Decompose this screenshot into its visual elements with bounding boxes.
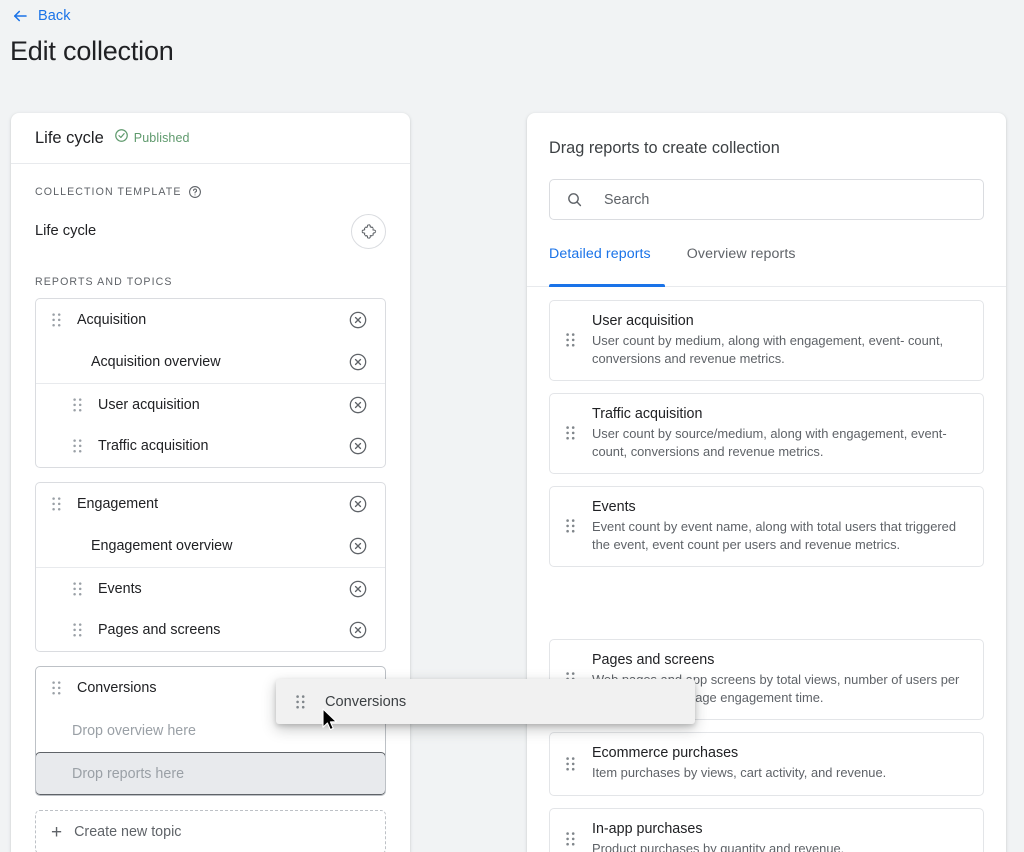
drag-handle-icon[interactable]	[50, 497, 63, 511]
report-label: Events	[98, 580, 142, 597]
report-card-title: Pages and screens	[592, 652, 715, 669]
drag-handle-icon[interactable]	[564, 832, 577, 846]
collection-editor-panel: Life cycle Published COLLECTION TEMPLATE	[11, 113, 410, 852]
topic-header-row[interactable]: Acquisition	[36, 299, 385, 341]
tab-overview-reports[interactable]: Overview reports	[687, 246, 796, 286]
report-library-panel: Drag reports to create collection Detail…	[527, 113, 1006, 852]
overview-label: Acquisition overview	[91, 354, 221, 370]
tab-detailed-reports[interactable]: Detailed reports	[549, 246, 651, 286]
drag-handle-icon[interactable]	[71, 581, 84, 596]
close-circle-icon[interactable]	[347, 578, 369, 600]
topic-report-row[interactable]: User acquisition	[36, 383, 385, 425]
close-circle-icon[interactable]	[347, 493, 369, 515]
search-box[interactable]	[549, 179, 984, 220]
page-title: Edit collection	[10, 36, 174, 66]
report-card-list: User acquisition User count by medium, a…	[527, 287, 1006, 852]
drag-handle-icon[interactable]	[564, 333, 577, 347]
close-circle-icon[interactable]	[347, 535, 369, 557]
report-label: Pages and screens	[98, 622, 221, 638]
back-label: Back	[38, 8, 71, 24]
report-card[interactable]: Traffic acquisition User count by source…	[549, 393, 984, 475]
arrow-left-icon	[11, 7, 29, 25]
collection-template-label: COLLECTION TEMPLATE	[35, 185, 386, 199]
drag-handle-icon[interactable]	[564, 756, 577, 771]
report-card[interactable]: Events Event count by event name, along …	[549, 486, 984, 568]
topic-overview-row[interactable]: Engagement overview	[36, 525, 385, 567]
close-circle-icon[interactable]	[347, 351, 369, 373]
help-circle-icon[interactable]	[188, 185, 202, 199]
topic-card-acquisition: Acquisition Acquisition overview User ac…	[35, 298, 386, 468]
back-button[interactable]: Back	[11, 7, 71, 25]
template-puzzle-icon[interactable]	[351, 213, 386, 249]
drag-ghost-label: Conversions	[325, 693, 407, 710]
report-tabs: Detailed reports Overview reports	[527, 246, 1006, 287]
template-row: Life cycle	[35, 213, 386, 249]
report-card[interactable]: Ecommerce purchases Item purchases by vi…	[549, 732, 984, 796]
collection-name: Life cycle	[35, 128, 104, 147]
search-icon	[566, 191, 583, 208]
collection-template-label-text: COLLECTION TEMPLATE	[35, 186, 182, 198]
drag-handle-icon	[294, 694, 307, 709]
report-label: Traffic acquisition	[98, 438, 209, 454]
drag-handle-icon[interactable]	[564, 519, 577, 533]
topic-title: Acquisition	[77, 312, 147, 328]
status-badge: Published	[114, 128, 190, 148]
report-card-description: Event count by event name, along with to…	[592, 519, 957, 552]
report-card-title: Events	[592, 499, 636, 516]
create-new-topic-button[interactable]: + Create new topic	[35, 810, 386, 852]
report-card-description: Item purchases by views, cart activity, …	[592, 765, 887, 781]
topic-card-engagement: Engagement Engagement overview Events Pa…	[35, 482, 386, 652]
report-card-title: In-app purchases	[592, 820, 703, 837]
template-name: Life cycle	[35, 223, 97, 239]
topic-report-row[interactable]: Events	[36, 567, 385, 609]
drag-handle-icon[interactable]	[50, 313, 63, 327]
drag-handle-icon[interactable]	[71, 439, 84, 453]
report-card-title: Ecommerce purchases	[592, 745, 739, 762]
report-card-description: User count by source/medium, along with …	[592, 426, 947, 459]
drag-ghost-conversions[interactable]: Conversions	[276, 679, 695, 724]
close-circle-icon[interactable]	[347, 619, 369, 641]
report-card-description: Product purchases by quantity and revenu…	[592, 840, 845, 852]
report-card[interactable]: User acquisition User count by medium, a…	[549, 300, 984, 382]
topic-report-row[interactable]: Traffic acquisition	[36, 425, 385, 467]
active-tab-indicator	[549, 284, 665, 287]
drag-handle-icon[interactable]	[564, 426, 577, 440]
close-circle-icon[interactable]	[347, 394, 369, 416]
topic-title: Engagement	[77, 496, 159, 512]
collection-body: COLLECTION TEMPLATE Life cycle REPORTS A…	[11, 185, 410, 852]
report-card[interactable]: In-app purchases Product purchases by qu…	[549, 807, 984, 852]
collection-header: Life cycle Published	[11, 113, 410, 164]
drag-handle-icon[interactable]	[71, 623, 84, 637]
topic-header-row[interactable]: Engagement	[36, 483, 385, 525]
create-new-topic-label: Create new topic	[74, 824, 182, 840]
reports-and-topics-label: REPORTS AND TOPICS	[35, 276, 386, 288]
drag-handle-icon[interactable]	[50, 681, 63, 695]
close-circle-icon[interactable]	[347, 309, 369, 331]
report-card-title: User acquisition	[592, 313, 694, 329]
report-card-title: Traffic acquisition	[592, 406, 703, 423]
report-label: User acquisition	[98, 396, 200, 413]
plus-icon: +	[51, 821, 63, 843]
close-circle-icon[interactable]	[347, 435, 369, 457]
drag-source-placeholder	[549, 579, 984, 639]
reports-and-topics-label-text: REPORTS AND TOPICS	[35, 276, 173, 288]
overview-label: Engagement overview	[91, 538, 233, 554]
drop-reports-zone[interactable]: Drop reports here	[36, 752, 385, 795]
library-heading: Drag reports to create collection	[549, 139, 780, 157]
topic-report-row[interactable]: Pages and screens	[36, 609, 385, 651]
status-badge-label: Published	[133, 131, 190, 145]
search-input[interactable]	[602, 179, 983, 220]
topic-overview-row[interactable]: Acquisition overview	[36, 341, 385, 383]
drag-handle-icon[interactable]	[71, 397, 84, 412]
check-circle-icon	[114, 128, 129, 148]
report-card-description: User count by medium, along with engagem…	[592, 333, 944, 366]
